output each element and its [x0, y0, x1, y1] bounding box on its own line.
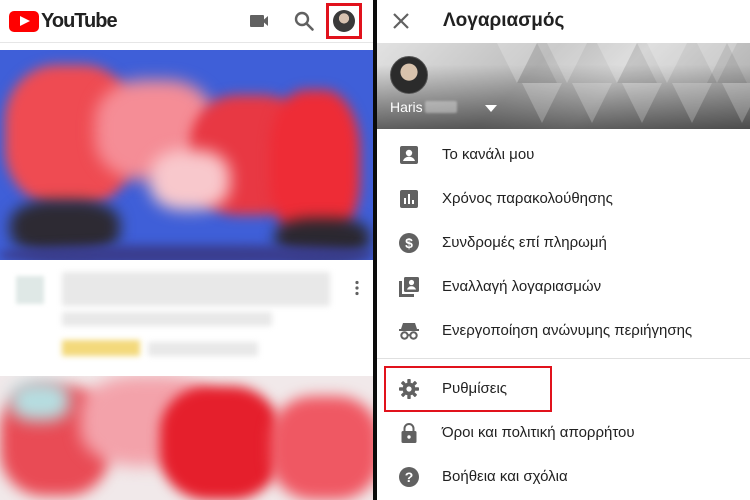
- account-top-bar: Λογαριασμός: [377, 0, 750, 43]
- menu-item-incognito[interactable]: Ενεργοποίηση ανώνυμης περιήγησης: [377, 309, 750, 353]
- settings-highlight-box: [384, 366, 552, 412]
- svg-text:$: $: [405, 235, 413, 251]
- chevron-down-icon[interactable]: [485, 105, 497, 112]
- menu-divider: [377, 358, 750, 359]
- incognito-icon: [399, 323, 419, 340]
- page-title: Λογαριασμός: [443, 10, 565, 31]
- menu-item-switch-account[interactable]: Εναλλαγή λογαριασμών: [377, 265, 750, 309]
- dollar-icon: $: [399, 233, 419, 253]
- youtube-home-panel: YouTube: [0, 0, 373, 500]
- video-title-placeholder: [62, 272, 330, 306]
- video-views-placeholder: [148, 342, 258, 356]
- menu-item-label: Το κανάλι μου: [442, 146, 535, 163]
- help-icon: ?: [399, 467, 419, 487]
- youtube-logo[interactable]: YouTube: [9, 10, 118, 33]
- menu-item-label: Συνδρομές επί πληρωμή: [442, 234, 607, 251]
- more-options-icon[interactable]: [352, 280, 362, 296]
- menu-item-my-channel[interactable]: Το κανάλι μου: [377, 133, 750, 177]
- channel-avatar-placeholder: [16, 276, 44, 304]
- banner-pattern: [497, 43, 750, 123]
- svg-text:?: ?: [405, 469, 414, 485]
- menu-item-label: Χρόνος παρακολούθησης: [442, 190, 613, 207]
- youtube-header: YouTube: [0, 0, 373, 43]
- menu-item-label: Βοήθεια και σχόλια: [442, 468, 568, 485]
- menu-item-paid-memberships[interactable]: $ Συνδρομές επί πληρωμή: [377, 221, 750, 265]
- video-thumbnail[interactable]: [0, 376, 373, 500]
- video-badge-placeholder: [62, 340, 140, 356]
- person-box-icon: [400, 146, 418, 164]
- menu-item-label: Εναλλαγή λογαριασμών: [442, 278, 602, 295]
- youtube-play-icon: [9, 11, 39, 32]
- avatar: [333, 10, 355, 32]
- bar-chart-icon: [400, 190, 418, 208]
- avatar[interactable]: [390, 56, 428, 94]
- account-panel: Λογαριασμός Haris Το κανάλι μου Χρόνος π…: [377, 0, 750, 500]
- camera-icon[interactable]: [248, 9, 272, 33]
- video-subtitle-placeholder: [62, 312, 272, 326]
- menu-item-terms-privacy[interactable]: Όροι και πολιτική απορρήτου: [377, 411, 750, 455]
- menu-item-help-feedback[interactable]: ? Βοήθεια και σχόλια: [377, 455, 750, 499]
- account-banner: Haris: [377, 43, 750, 129]
- menu-item-label: Όροι και πολιτική απορρήτου: [442, 424, 635, 441]
- menu-item-watch-time[interactable]: Χρόνος παρακολούθησης: [377, 177, 750, 221]
- menu-item-label: Ενεργοποίηση ανώνυμης περιήγησης: [442, 322, 693, 339]
- lock-icon: [401, 423, 417, 443]
- user-name: Haris: [390, 99, 423, 115]
- account-avatar-button[interactable]: [326, 3, 362, 39]
- video-metadata: [0, 262, 373, 372]
- search-icon[interactable]: [292, 9, 316, 33]
- user-surname-blurred: [425, 101, 457, 113]
- switch-account-icon: [399, 277, 419, 297]
- video-thumbnail[interactable]: [0, 50, 373, 260]
- youtube-logo-text: YouTube: [41, 10, 118, 32]
- close-icon[interactable]: [391, 11, 411, 31]
